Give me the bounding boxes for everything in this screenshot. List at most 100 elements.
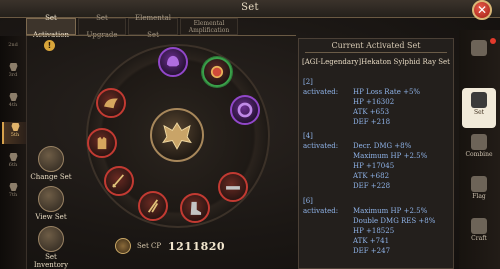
level-label: 6th [8, 162, 18, 168]
nav-label: Craft [471, 235, 487, 242]
bonus-stat: ATK +682 [353, 172, 390, 180]
tab-elemental-amplification[interactable]: Elemental Amplification [180, 18, 238, 35]
equipment-slot-weapon-1[interactable] [104, 166, 134, 196]
set-bonus-2: [2] activated: HP Loss Rate +5% HP +16302… [303, 77, 453, 127]
level-item-5th[interactable]: 5th [2, 122, 26, 144]
set-emblem [150, 108, 204, 162]
bonus-stat: Maximum HP +2.5% [353, 152, 428, 160]
nav-label: Flag [472, 193, 486, 200]
level-item-7th[interactable]: 7th [2, 182, 24, 204]
set-inventory-label: Set Inventory [33, 253, 69, 269]
nav-item-craft[interactable]: Craft [462, 214, 496, 254]
bonus-label: activated: [303, 207, 339, 215]
winged-helm-icon [162, 122, 192, 150]
equipment-slot-gloves[interactable] [87, 128, 117, 158]
view-set-label: View Set [35, 213, 67, 221]
bonus-pieces: [2] [303, 78, 313, 86]
level-label: 3rd [8, 72, 18, 78]
level-item-6th[interactable]: 6th [2, 152, 24, 174]
level-label: 7th [8, 192, 18, 198]
activated-set-panel[interactable]: Current Activated Set [AGI-Legendary]Hek… [298, 38, 454, 269]
bonus-stat: HP Loss Rate +5% [353, 88, 421, 96]
change-set-button[interactable]: Change Set [28, 146, 74, 181]
tab-bar: Set Activation Set Upgrade Elemental Set… [26, 14, 240, 39]
magnifier-icon [38, 186, 64, 212]
set-name: [AGI-Legendary]Hekaton Sylphid Ray Set [302, 58, 450, 66]
tab-label-line2: Amplification [188, 26, 230, 34]
info-icon[interactable]: ! [44, 40, 55, 51]
level-list: 2nd 3rd 4th 5th 6th 7th [0, 36, 27, 269]
helmet-icon [166, 55, 180, 67]
panel-heading: Current Activated Set [331, 41, 421, 50]
tab-set-upgrade[interactable]: Set Upgrade [78, 14, 126, 39]
set-icon [471, 92, 487, 108]
armor-icon [9, 93, 17, 101]
bonus-pieces: [6] [303, 197, 313, 205]
set-cp-label: Set CP [137, 242, 162, 250]
belt-icon [226, 186, 240, 190]
bonus-stat: Double DMG RES +8% [353, 217, 436, 225]
inventory-icon [38, 226, 64, 252]
level-label: 4th [8, 102, 18, 108]
tab-elemental-set[interactable]: Elemental Set [128, 14, 178, 39]
set-bonus-6: [6] activated: Maximum HP +2.5% Double DM… [303, 196, 453, 256]
bonus-stat: DEF +228 [353, 182, 391, 190]
level-item-2nd[interactable]: 2nd [2, 42, 24, 64]
equipment-slot-helmet[interactable] [158, 47, 188, 77]
bonus-stat: HP +18525 [353, 227, 395, 235]
equipment-slot-belt[interactable] [218, 172, 248, 202]
armor-icon [9, 63, 17, 71]
level-item-4th[interactable]: 4th [2, 92, 24, 114]
equipment-slot-boots[interactable] [180, 193, 210, 223]
bonus-stat: Maximum HP +2.5% [353, 207, 428, 215]
right-nav: Set Combine Flag Craft [459, 30, 500, 269]
equipment-slot-weapon-2[interactable] [138, 191, 168, 221]
bonus-stat: HP +16302 [353, 98, 395, 106]
level-label: 2nd [8, 42, 18, 48]
change-set-icon [38, 146, 64, 172]
combine-icon [471, 134, 487, 150]
armor-icon [11, 123, 19, 131]
tab-divider [26, 35, 296, 36]
equipment-slot-shoulder[interactable] [96, 88, 126, 118]
bonus-pieces: [4] [303, 132, 313, 140]
panel-divider [305, 52, 447, 53]
notification-badge [490, 38, 496, 44]
nav-item-set[interactable]: Set [462, 88, 496, 128]
level-label: 5th [10, 132, 20, 138]
nav-item-armor[interactable] [462, 36, 496, 76]
view-set-button[interactable]: View Set [28, 186, 74, 221]
tab-label-line1: Elemental [193, 19, 225, 27]
equipment-slot-ring[interactable] [230, 95, 260, 125]
nav-item-combine[interactable]: Combine [462, 130, 496, 170]
bonus-stat: DEF +218 [353, 118, 391, 126]
set-inventory-button[interactable]: Set Inventory [28, 226, 74, 269]
craft-icon [471, 218, 487, 234]
boots-icon [190, 201, 202, 215]
armor-icon [9, 183, 17, 191]
bonus-label: activated: [303, 142, 339, 150]
set-cp-icon [115, 238, 131, 254]
level-item-3rd[interactable]: 3rd [2, 62, 24, 84]
sword-icon [112, 174, 124, 188]
bonus-stat: DEF +247 [353, 247, 391, 255]
equipment-slot-necklace[interactable] [202, 57, 232, 87]
flag-icon [471, 176, 487, 192]
shoulder-armor-icon [104, 98, 118, 109]
bonus-stat: Decr. DMG +8% [353, 142, 412, 150]
nav-item-flag[interactable]: Flag [462, 172, 496, 212]
bonus-stat: ATK +653 [353, 108, 390, 116]
change-set-label: Change Set [30, 173, 72, 181]
ring-icon [237, 102, 253, 118]
nav-label: Set [473, 109, 485, 116]
armor-icon [471, 40, 487, 56]
armor-icon [9, 153, 17, 161]
necklace-icon [210, 65, 224, 79]
tab-set-activation[interactable]: Set Activation [26, 14, 76, 39]
bonus-label: activated: [303, 88, 339, 96]
nav-label: Combine [465, 151, 493, 158]
bonus-stat: ATK +741 [353, 237, 390, 245]
set-window: Set ✕ Set Activation Set Upgrade Element… [0, 0, 500, 269]
bonus-stat: HP +17045 [353, 162, 395, 170]
close-button[interactable]: ✕ [472, 0, 492, 20]
